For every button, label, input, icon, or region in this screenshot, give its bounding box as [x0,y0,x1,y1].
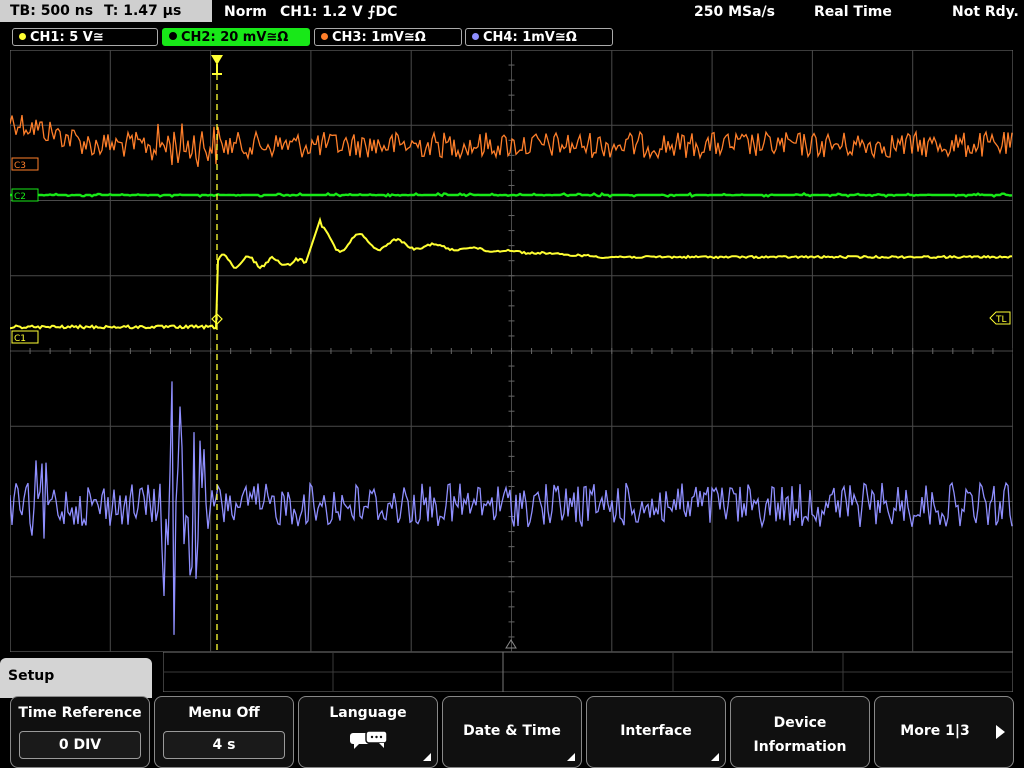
trigger-source[interactable]: CH1: 1.2 V ⨍DC [280,2,397,22]
softkey-area: Setup Time Reference 0 DIV Menu Off 4 s … [0,652,1024,768]
channel-1-dot-icon [19,33,26,40]
device-information-label: Device Information [731,711,869,759]
next-page-arrow-icon [996,725,1005,739]
speech-bubbles-icon [350,730,388,749]
more-label: More 1|3 [900,723,970,739]
menu-title: Setup [0,658,152,698]
device-information-line1: Device [773,715,827,731]
timebase-box[interactable]: TB: 500 ns T: 1.47 µs [0,0,212,22]
date-time-softkey[interactable]: Date & Time [442,696,582,768]
channel-4-label: CH4: 1mV≅Ω [483,30,577,45]
menu-grid-strip [163,652,1013,692]
submenu-corner-icon [567,753,575,761]
trigger-mode[interactable]: Norm [224,2,267,22]
trigger-time-label: T: 1.47 µs [103,3,182,19]
channel-4-tab[interactable]: CH4: 1mV≅Ω [465,28,613,46]
language-softkey[interactable]: Language [298,696,438,768]
interface-label: Interface [620,723,692,739]
channel-2-marker-label: C2 [14,192,26,202]
time-reference-label: Time Reference [18,705,142,721]
device-information-line2: Information [753,739,847,755]
date-time-label: Date & Time [463,723,561,739]
time-reference-value: 0 DIV [19,731,141,759]
interface-softkey[interactable]: Interface [586,696,726,768]
menu-off-softkey[interactable]: Menu Off 4 s [154,696,294,768]
acquisition-state: Not Rdy. [952,4,1019,20]
submenu-corner-icon [423,753,431,761]
acquisition-mode: Real Time [814,4,892,20]
channel-2-dot-icon [169,32,177,40]
channel-2-label: CH2: 20 mV≅Ω [181,30,289,45]
device-information-softkey[interactable]: Device Information [730,696,870,768]
sample-rate: 250 MSa/s [694,4,776,20]
channel-2-tab[interactable]: CH2: 20 mV≅Ω [162,28,310,46]
channel-3-marker-label: C3 [14,161,26,171]
waveform-display[interactable]: C3 C2 C1 TL [10,50,1013,652]
channel-2-marker[interactable]: C2 [11,188,39,202]
more-softkey[interactable]: More 1|3 [874,696,1014,768]
trigger-level-label: TL [995,315,1007,325]
channel-bar: CH1: 5 V≅ CH2: 20 mV≅Ω CH3: 1mV≅Ω CH4: 1… [0,26,1024,50]
timebase-label: TB: 500 ns [10,3,94,19]
channel-1-marker[interactable]: C1 [11,330,39,344]
menu-off-label: Menu Off [188,705,260,721]
channel-1-marker-label: C1 [14,334,26,344]
channel-3-dot-icon [321,33,328,40]
status-bar: TB: 500 ns T: 1.47 µs Norm CH1: 1.2 V ⨍D… [0,0,1024,26]
language-label: Language [329,705,407,721]
time-reference-softkey[interactable]: Time Reference 0 DIV [10,696,150,768]
channel-3-tab[interactable]: CH3: 1mV≅Ω [314,28,462,46]
submenu-corner-icon [711,753,719,761]
channel-3-label: CH3: 1mV≅Ω [332,30,426,45]
channel-4-dot-icon [472,33,479,40]
channel-1-tab[interactable]: CH1: 5 V≅ [12,28,158,46]
menu-off-value: 4 s [163,731,285,759]
channel-1-label: CH1: 5 V≅ [30,30,104,45]
channel-3-marker[interactable]: C3 [11,157,39,171]
